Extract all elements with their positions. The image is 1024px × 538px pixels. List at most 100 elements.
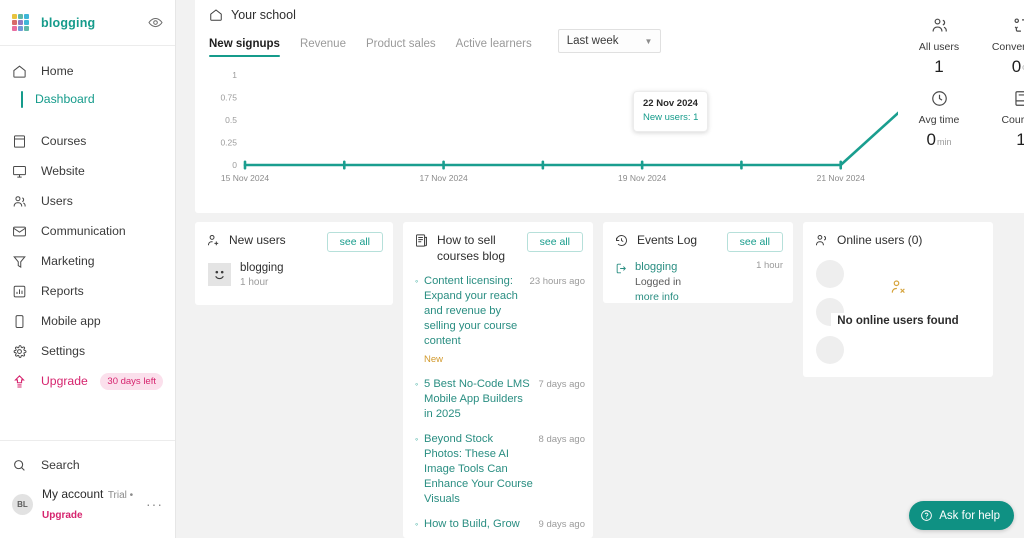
monitor-icon xyxy=(12,164,32,179)
stat-label: Avg time xyxy=(918,114,960,127)
grid-logo-icon xyxy=(12,14,29,31)
stat-number: 0 xyxy=(1011,57,1022,77)
users-icon xyxy=(900,12,978,38)
see-all-button[interactable]: see all xyxy=(726,232,783,252)
card-title: Online users (0) xyxy=(837,233,923,247)
blog-title[interactable]: How to Build, Grow xyxy=(424,517,534,532)
card-title: New users xyxy=(229,233,286,247)
sidebar-item-search[interactable]: Search xyxy=(0,450,175,480)
stat-value: 0% xyxy=(982,57,1024,77)
tooltip-date: 22 Nov 2024 xyxy=(643,98,698,109)
tab-new-signups[interactable]: New signups xyxy=(209,35,290,57)
svg-text:0.5: 0.5 xyxy=(225,115,237,125)
sidebar: blogging Home Dashboard Courses Website … xyxy=(0,0,176,538)
new-users-card: New users see all blogging 1 hour xyxy=(195,222,393,305)
gear-icon xyxy=(12,344,32,359)
sidebar-item-mobile-app[interactable]: Mobile app xyxy=(0,306,175,336)
sidebar-item-marketing[interactable]: Marketing xyxy=(0,246,175,276)
sidebar-item-settings[interactable]: Settings xyxy=(0,336,175,366)
plan-label: Trial xyxy=(107,490,127,501)
list-item[interactable]: ◦ How to Build, Grow 9 days ago xyxy=(415,517,585,532)
book-icon xyxy=(12,134,32,149)
stat-number: 1 xyxy=(934,57,944,77)
blog-post: Beyond Stock Photos: These AI Image Tool… xyxy=(424,432,534,507)
list-item[interactable]: blogging 1 hour xyxy=(195,252,393,289)
login-icon xyxy=(615,262,628,304)
stats-panel: All users 1 Conversions 0% 30 days sales… xyxy=(898,0,1024,213)
stat-label: All users xyxy=(918,41,960,53)
phone-icon xyxy=(12,314,32,329)
sidebar-brand[interactable]: blogging xyxy=(0,0,175,46)
blog-title[interactable]: 5 Best No-Code LMS Mobile App Builders i… xyxy=(424,377,534,422)
account-text: My account Trial • Upgrade xyxy=(42,484,146,524)
sidebar-item-label: Users xyxy=(41,194,73,208)
event-time: 1 hour xyxy=(756,260,783,271)
users-icon xyxy=(814,233,829,248)
sidebar-item-reports[interactable]: Reports xyxy=(0,276,175,306)
blog-post: Content licensing: Expand your reach and… xyxy=(424,274,525,367)
sidebar-item-users[interactable]: Users xyxy=(0,186,175,216)
event-user[interactable]: blogging xyxy=(635,260,756,275)
blog-post: How to Build, Grow xyxy=(424,517,534,532)
smiley-avatar-icon xyxy=(208,263,231,287)
chevron-down-icon: ▼ xyxy=(644,36,653,46)
my-account[interactable]: BL My account Trial • Upgrade ··· xyxy=(0,480,175,528)
bullet-icon: ◦ xyxy=(415,276,419,287)
list-item[interactable]: ◦ Content licensing: Expand your reach a… xyxy=(415,274,585,367)
stat-number: 0 xyxy=(926,130,936,150)
sidebar-item-label: Upgrade xyxy=(41,374,88,388)
sidebar-item-home[interactable]: Home xyxy=(0,56,175,86)
list-item[interactable]: ◦ 5 Best No-Code LMS Mobile App Builders… xyxy=(415,377,585,422)
chart-tabs: New signups Revenue Product sales Active… xyxy=(195,22,945,57)
stat-number: 1 xyxy=(1016,130,1024,150)
book-icon xyxy=(982,85,1024,111)
blog-post: 5 Best No-Code LMS Mobile App Builders i… xyxy=(424,377,534,422)
app-root: blogging Home Dashboard Courses Website … xyxy=(0,0,1024,538)
active-indicator xyxy=(21,90,23,108)
sidebar-nav: Home Dashboard Courses Website Users Com… xyxy=(0,46,175,440)
envelope-icon xyxy=(12,224,32,239)
svg-text:1: 1 xyxy=(232,70,237,80)
svg-text:17 Nov 2024: 17 Nov 2024 xyxy=(419,173,467,183)
account-upgrade-link[interactable]: Upgrade xyxy=(42,510,83,521)
event-body: blogging Logged in more info xyxy=(635,260,756,304)
sidebar-item-communication[interactable]: Communication xyxy=(0,216,175,246)
search-icon xyxy=(12,458,32,473)
sidebar-item-upgrade[interactable]: Upgrade 30 days left xyxy=(0,366,175,396)
stat-label: Conversions xyxy=(991,41,1024,53)
users-icon xyxy=(12,194,32,209)
chart-tooltip: 22 Nov 2024 New users: 1 xyxy=(633,91,709,132)
card-title: Events Log xyxy=(637,233,698,247)
list-item[interactable]: ◦ Beyond Stock Photos: These AI Image To… xyxy=(415,432,585,507)
period-select[interactable]: Last week ▼ xyxy=(557,29,662,53)
card-header: New users see all xyxy=(195,222,393,252)
see-all-button[interactable]: see all xyxy=(526,232,583,252)
more-info-link[interactable]: more info xyxy=(635,290,756,304)
ask-for-help-button[interactable]: Ask for help xyxy=(909,501,1014,530)
sidebar-item-courses[interactable]: Courses xyxy=(0,126,175,156)
sidebar-subitem-label: Dashboard xyxy=(35,92,95,106)
stat-courses: Courses 1 xyxy=(980,81,1024,167)
blog-title[interactable]: Beyond Stock Photos: These AI Image Tool… xyxy=(424,432,534,507)
ellipsis-icon[interactable]: ··· xyxy=(146,496,163,512)
tab-product-sales[interactable]: Product sales xyxy=(356,35,446,57)
article-icon xyxy=(414,233,429,248)
see-all-button[interactable]: see all xyxy=(326,232,383,252)
tab-active-learners[interactable]: Active learners xyxy=(446,35,542,57)
tab-revenue[interactable]: Revenue xyxy=(290,35,356,57)
clock-icon xyxy=(900,85,978,111)
blog-time: 8 days ago xyxy=(538,434,585,446)
stat-value: 1 xyxy=(900,57,978,77)
blog-title[interactable]: Content licensing: Expand your reach and… xyxy=(424,274,525,349)
period-value: Last week xyxy=(566,35,619,47)
eye-icon[interactable] xyxy=(148,15,163,30)
sidebar-item-label: Website xyxy=(41,164,85,178)
online-users-card: Online users (0) No online users found xyxy=(803,222,993,377)
blog-time: 7 days ago xyxy=(538,379,585,391)
bullet-icon: ◦ xyxy=(415,434,419,445)
stat-conversions: Conversions 0% xyxy=(980,8,1024,81)
sidebar-item-website[interactable]: Website xyxy=(0,156,175,186)
events-log-card: Events Log see all blogging Logged in mo… xyxy=(603,222,793,303)
sidebar-item-dashboard[interactable]: Dashboard xyxy=(0,86,175,112)
